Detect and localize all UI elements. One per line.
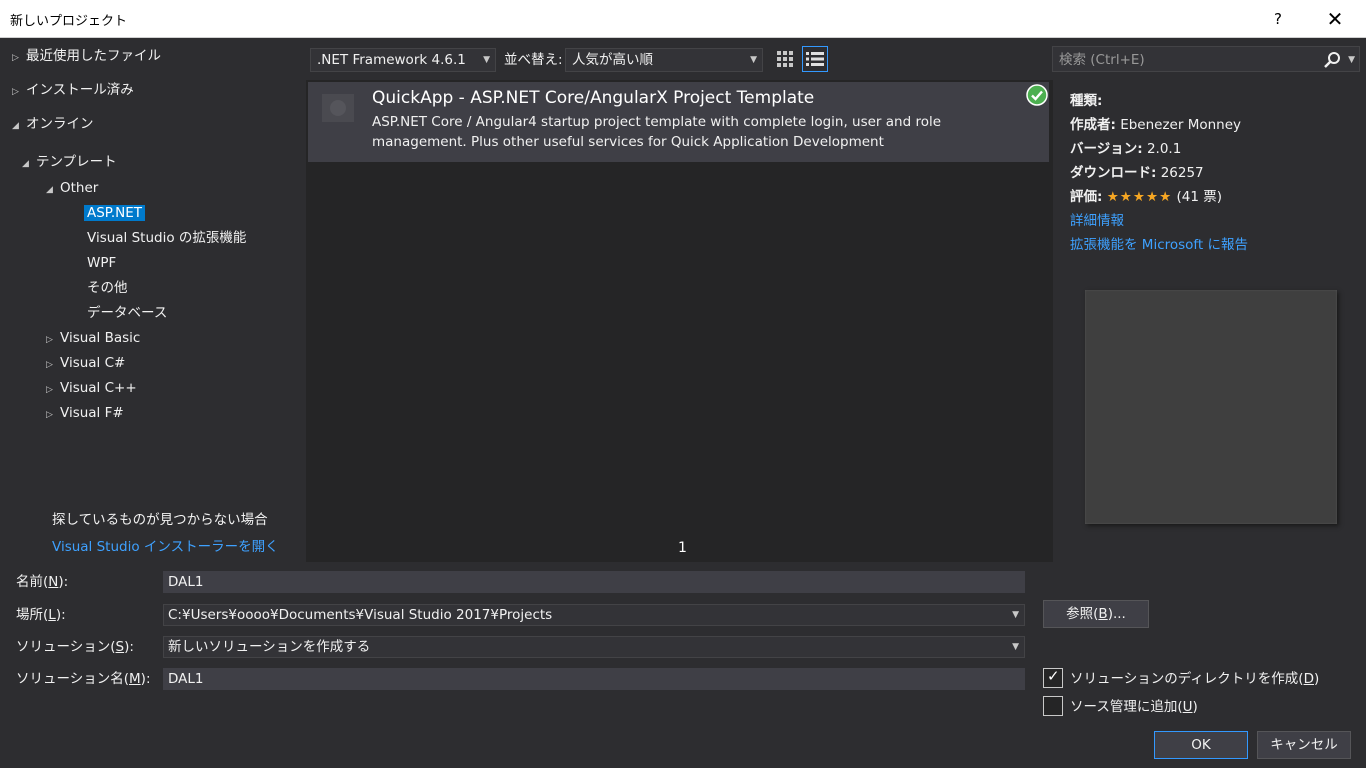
detail-type: 種類: [1070,93,1103,109]
template-thumbnail-icon [322,94,354,122]
installed-check-icon [1026,84,1048,106]
name-label: 名前(N): [16,574,69,590]
list-view-icon [806,52,824,66]
solution-name-input[interactable]: DAL1 [163,668,1025,690]
help-button[interactable]: ? [1266,6,1290,32]
expand-arrow-icon: ▷ [46,335,53,345]
chevron-down-icon[interactable]: ▼ [1012,605,1019,625]
solution-label: ソリューション(S): [16,639,134,655]
detail-downloads: ダウンロード: 26257 [1070,165,1204,181]
tree-item-recent[interactable]: ▷ 最近使用したファイル [12,45,161,67]
collapse-arrow-icon: ◢ [22,159,29,169]
search-box[interactable]: 検索 (Ctrl+E) ▼ [1052,46,1360,72]
collapse-arrow-icon: ◢ [12,121,19,131]
chevron-down-icon: ▼ [1012,642,1019,652]
expand-arrow-icon: ▷ [46,385,53,395]
window-title: 新しいプロジェクト [10,14,128,29]
template-item-quickapp[interactable]: QuickApp - ASP.NET Core/AngularX Project… [308,82,1049,162]
ok-button[interactable]: OK [1154,731,1248,759]
tree-item-database[interactable]: データベース [87,302,167,324]
search-placeholder: 検索 (Ctrl+E) [1059,52,1145,68]
tree-item-visual-fsharp[interactable]: ▷ Visual F# [46,402,124,424]
expand-arrow-icon: ▷ [46,360,53,370]
detail-author: 作成者: Ebenezer Monney [1070,117,1242,133]
name-input[interactable]: DAL1 [163,571,1025,593]
create-directory-label[interactable]: ソリューションのディレクトリを作成(D) [1070,669,1319,689]
tree-item-visual-cpp[interactable]: ▷ Visual C++ [46,377,137,399]
solution-name-label: ソリューション名(M): [16,671,151,687]
tree-item-online[interactable]: ◢ オンライン [12,113,94,135]
tree-item-vs-extensions[interactable]: Visual Studio の拡張機能 [87,227,246,249]
template-preview-image [1085,290,1337,524]
tree-item-aspnet[interactable]: ASP.NET [84,202,146,224]
title-bar: 新しいプロジェクト ? ✕ [0,0,1366,38]
sort-label: 並べ替え: [504,52,563,68]
collapse-arrow-icon: ◢ [46,185,53,195]
checkmark-icon: ✓ [1047,667,1060,685]
tree-item-installed[interactable]: ▷ インストール済み [12,79,134,101]
grid-view-icon [777,51,793,67]
tree-item-visual-csharp[interactable]: ▷ Visual C# [46,352,125,374]
not-found-hint: 探しているものが見つからない場合 [52,512,268,528]
open-installer-link[interactable]: Visual Studio インストーラーを開く [52,535,279,555]
chevron-down-icon[interactable]: ▼ [1348,47,1355,73]
template-description: ASP.NET Core / Angular4 startup project … [372,114,942,150]
solution-select[interactable]: 新しいソリューションを作成する ▼ [163,636,1025,658]
sort-select[interactable]: 人気が高い順 ▼ [565,48,763,72]
detail-version: バージョン: 2.0.1 [1070,141,1182,157]
tree-item-templates[interactable]: ◢ テンプレート [22,151,117,173]
detail-rating: 評価: ★★★★★ (41 票) [1070,189,1223,205]
template-list: QuickApp - ASP.NET Core/AngularX Project… [306,80,1053,562]
list-view-button[interactable] [802,46,828,72]
rating-stars: ★★★★★ [1106,189,1173,205]
expand-arrow-icon: ▷ [46,410,53,420]
cancel-button[interactable]: キャンセル [1257,731,1351,759]
expand-arrow-icon: ▷ [12,87,19,97]
source-control-label[interactable]: ソース管理に追加(U) [1070,697,1198,717]
close-button[interactable]: ✕ [1320,4,1350,34]
report-extension-link[interactable]: 拡張機能を Microsoft に報告 [1070,233,1248,253]
expand-arrow-icon: ▷ [12,53,19,63]
location-input[interactable]: C:¥Users¥oooo¥Documents¥Visual Studio 20… [163,604,1025,626]
tree-item-misc[interactable]: その他 [87,277,128,299]
location-label: 場所(L): [16,607,66,623]
chevron-down-icon: ▼ [483,55,490,65]
tree-item-visual-basic[interactable]: ▷ Visual Basic [46,327,140,349]
tree-item-wpf[interactable]: WPF [87,252,116,274]
source-control-checkbox[interactable] [1043,696,1063,716]
tree-item-other[interactable]: ◢ Other [46,177,98,199]
framework-select[interactable]: .NET Framework 4.6.1 ▼ [310,48,496,72]
page-number[interactable]: 1 [678,540,687,556]
grid-view-button[interactable] [772,46,798,72]
browse-button[interactable]: 参照(B)... [1043,600,1149,628]
more-info-link[interactable]: 詳細情報 [1070,209,1124,229]
search-icon[interactable] [1323,51,1341,69]
chevron-down-icon: ▼ [750,55,757,65]
create-directory-checkbox[interactable]: ✓ [1043,667,1063,688]
template-name: QuickApp - ASP.NET Core/AngularX Project… [372,88,815,108]
